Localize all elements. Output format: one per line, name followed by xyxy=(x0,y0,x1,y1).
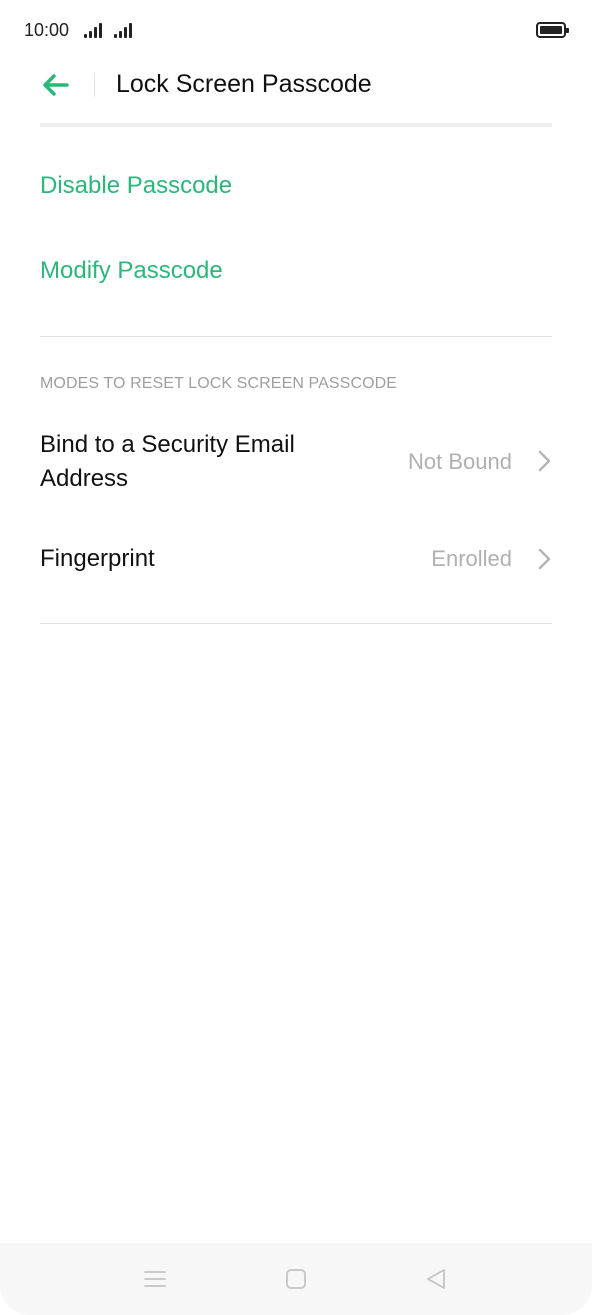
navigation-bar xyxy=(0,1243,592,1315)
signal-icon xyxy=(114,22,136,38)
home-button[interactable] xyxy=(284,1267,308,1291)
header-divider xyxy=(94,73,95,97)
battery-icon xyxy=(536,22,569,38)
page-title: Lock Screen Passcode xyxy=(116,70,372,98)
status-time: 10:00 xyxy=(24,20,70,40)
menu-button[interactable] xyxy=(143,1267,167,1291)
back-button[interactable] xyxy=(34,66,78,104)
security-email-row[interactable]: Bind to a Security Email Address Not Bou… xyxy=(40,428,552,494)
security-email-label: Bind to a Security Email Address xyxy=(40,431,295,492)
back-nav-button[interactable] xyxy=(424,1267,448,1291)
header-rule xyxy=(40,123,552,127)
menu-icon xyxy=(144,1271,166,1287)
fingerprint-row[interactable]: Fingerprint Enrolled xyxy=(40,536,552,582)
fingerprint-status: Enrolled xyxy=(431,546,512,571)
disable-passcode-button[interactable]: Disable Passcode xyxy=(40,172,232,200)
modify-passcode-button[interactable]: Modify Passcode xyxy=(40,257,223,285)
status-bar: 10:00 xyxy=(0,0,592,60)
lock-screen-passcode-screen: 10:00 Lock Screen Passcode Disable Passc… xyxy=(0,0,592,1315)
back-triangle-icon xyxy=(427,1269,445,1289)
signal-icon xyxy=(84,22,106,38)
chevron-right-icon xyxy=(538,450,551,472)
divider xyxy=(40,623,552,624)
fingerprint-label: Fingerprint xyxy=(40,545,155,572)
security-email-status: Not Bound xyxy=(408,449,512,474)
header: Lock Screen Passcode xyxy=(0,60,592,110)
chevron-right-icon xyxy=(538,548,551,570)
home-icon xyxy=(286,1269,306,1289)
arrow-left-icon xyxy=(43,74,69,96)
section-header-reset-modes: MODES TO RESET LOCK SCREEN PASSCODE xyxy=(40,375,398,392)
divider xyxy=(40,336,552,337)
